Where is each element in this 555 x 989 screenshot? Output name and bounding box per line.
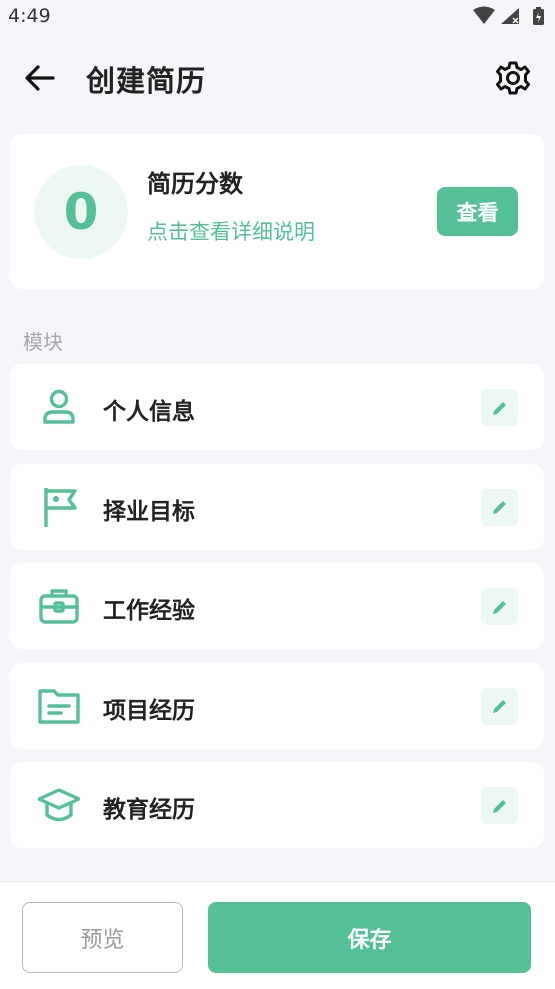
signal-icon xyxy=(501,8,519,24)
app-bar: 创建简历 xyxy=(0,48,555,108)
view-score-button[interactable]: 查看 xyxy=(437,187,518,236)
module-label: 个人信息 xyxy=(103,399,195,425)
module-label: 工作经验 xyxy=(103,598,195,624)
graduation-cap-icon xyxy=(38,788,80,822)
module-item-project-experience[interactable]: 项目经历 xyxy=(10,662,544,749)
preview-button[interactable]: 预览 xyxy=(22,902,183,973)
modules-section-label: 模块 xyxy=(23,330,63,354)
module-list: 个人信息 择业目标 工作经验 项目经历 教育经历 xyxy=(10,364,544,862)
flag-icon xyxy=(44,487,77,527)
pencil-icon xyxy=(492,401,506,415)
module-label: 择业目标 xyxy=(103,498,195,525)
folder-icon xyxy=(38,688,80,724)
edit-career-goal-button[interactable] xyxy=(481,488,518,526)
pencil-icon xyxy=(492,600,506,614)
save-button[interactable]: 保存 xyxy=(208,902,531,973)
status-bar: 4:49 xyxy=(0,0,555,34)
module-item-career-goal[interactable]: 择业目标 xyxy=(10,463,544,550)
arrow-left-icon xyxy=(25,65,55,91)
edit-project-experience-button[interactable] xyxy=(481,687,518,725)
score-value: 0 xyxy=(34,165,128,259)
person-icon xyxy=(43,389,75,424)
score-detail-link[interactable]: 点击查看详细说明 xyxy=(147,216,315,246)
back-button[interactable] xyxy=(22,62,58,94)
gear-icon xyxy=(496,61,530,95)
settings-button[interactable] xyxy=(495,60,531,96)
pencil-icon xyxy=(492,501,506,514)
page-title: 创建简历 xyxy=(86,64,207,98)
edit-work-experience-button[interactable] xyxy=(481,588,518,625)
module-item-personal-info[interactable]: 个人信息 xyxy=(10,364,544,450)
bottom-action-bar: 预览 保存 xyxy=(0,881,555,989)
pencil-icon xyxy=(492,799,506,813)
module-item-work-experience[interactable]: 工作经验 xyxy=(10,563,544,649)
status-time: 4:49 xyxy=(8,5,51,27)
wifi-icon xyxy=(473,6,495,24)
battery-icon xyxy=(533,7,544,25)
score-card: 0 简历分数 点击查看详细说明 查看 xyxy=(10,134,544,289)
edit-education-button[interactable] xyxy=(481,787,518,824)
module-item-education[interactable]: 教育经历 xyxy=(10,762,544,848)
briefcase-icon xyxy=(39,589,79,624)
module-label: 项目经历 xyxy=(103,697,195,724)
edit-personal-info-button[interactable] xyxy=(481,389,518,426)
module-label: 教育经历 xyxy=(103,797,195,823)
score-title: 简历分数 xyxy=(147,170,243,198)
status-icons xyxy=(471,6,549,26)
pencil-icon xyxy=(492,700,506,713)
